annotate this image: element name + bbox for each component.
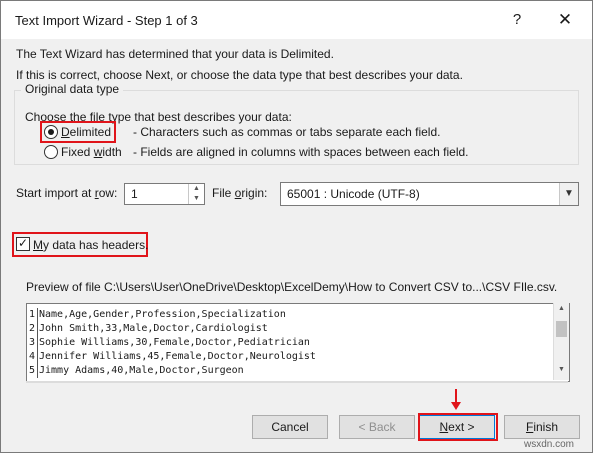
intro-line-2: If this is correct, choose Next, or choo…	[16, 68, 463, 82]
fixed-width-label-pre: Fixed	[61, 145, 94, 159]
file-origin-label-pre: File	[212, 186, 235, 200]
start-row-spinner[interactable]: 1 ▲ ▼	[124, 183, 205, 205]
file-origin-label: File origin:	[212, 186, 267, 200]
preview-row-text: Sophie Williams,30,Female,Doctor,Pediatr…	[39, 337, 310, 348]
back-button[interactable]: < Back	[339, 415, 415, 439]
preview-row-text: John Smith,33,Male,Doctor,Cardiologist	[39, 323, 268, 334]
radio-selected-dot	[48, 129, 54, 135]
scroll-down-icon[interactable]: ▼	[554, 366, 569, 373]
cancel-button[interactable]: Cancel	[252, 415, 328, 439]
close-icon[interactable]: ✕	[550, 9, 580, 31]
next-highlight-box	[418, 413, 498, 441]
finish-label-rest: inish	[533, 420, 559, 434]
preview-row-number: 3	[27, 336, 38, 350]
headers-label-rest: y data has headers.	[43, 238, 149, 252]
annotation-arrow-icon	[451, 402, 461, 410]
scroll-up-icon[interactable]: ▲	[554, 305, 569, 312]
preview-row-number: 4	[27, 350, 38, 364]
start-import-label-pre: Start import at	[16, 186, 95, 200]
fixed-width-label-rest: idth	[102, 145, 122, 159]
preview-vertical-scrollbar[interactable]: ▲ ▼	[553, 303, 569, 380]
watermark-text: wsxdn.com	[524, 439, 575, 450]
file-origin-value: 65001 : Unicode (UTF-8)	[287, 187, 420, 201]
headers-accel: M	[33, 238, 43, 252]
preview-row-number: 1	[27, 308, 38, 322]
preview-row-number: 2	[27, 322, 38, 336]
help-icon[interactable]: ?	[503, 9, 531, 31]
window-title: Text Import Wizard - Step 1 of 3	[15, 13, 198, 28]
chevron-down-icon[interactable]: ▼	[559, 183, 578, 205]
headers-checkbox[interactable]: ✓	[16, 236, 30, 251]
preview-caption: Preview of file C:\Users\User\OneDrive\D…	[26, 280, 558, 294]
finish-button[interactable]: Finish	[504, 415, 580, 439]
start-import-label-rest: ow:	[98, 186, 118, 200]
spinner-buttons: ▲ ▼	[188, 184, 204, 204]
spinner-up-icon[interactable]: ▲	[189, 184, 204, 194]
preview-row-number: 5	[27, 364, 38, 378]
file-origin-label-rest: rigin:	[241, 186, 268, 200]
spinner-down-icon[interactable]: ▼	[189, 194, 204, 204]
intro-line-1: The Text Wizard has determined that your…	[16, 47, 334, 61]
preview-row-text: Jimmy Adams,40,Male,Doctor,Surgeon	[39, 365, 244, 376]
delimited-description: - Characters such as commas or tabs sepa…	[133, 125, 441, 139]
delimited-accel: D	[61, 125, 70, 139]
checkmark-icon: ✓	[18, 236, 29, 250]
text-import-wizard-dialog: Text Import Wizard - Step 1 of 3 ? ✕ The…	[0, 0, 593, 453]
start-import-label: Start import at row:	[16, 186, 117, 200]
delimited-radio[interactable]	[44, 125, 58, 139]
delimited-label[interactable]: Delimited	[61, 125, 111, 139]
title-bar: Text Import Wizard - Step 1 of 3 ? ✕	[1, 1, 592, 39]
original-data-type-legend: Original data type	[21, 82, 124, 96]
fixed-width-label[interactable]: Fixed width	[61, 145, 122, 159]
start-row-value[interactable]: 1	[131, 187, 138, 201]
preview-horizontal-scrollbar[interactable]	[26, 381, 568, 383]
preview-pane[interactable]: 1 Name,Age,Gender,Profession,Specializati…	[26, 303, 570, 382]
preview-row-text: Name,Age,Gender,Profession,Specializatio…	[39, 309, 286, 320]
fixed-width-radio[interactable]	[44, 145, 58, 159]
preview-row-text: Jennifer Williams,45,Female,Doctor,Neuro…	[39, 351, 316, 362]
annotation-arrow-shaft	[455, 389, 457, 403]
delimited-label-rest: elimited	[69, 125, 112, 139]
scroll-thumb[interactable]	[556, 321, 567, 337]
headers-label[interactable]: My data has headers.	[33, 238, 148, 252]
file-origin-select[interactable]: 65001 : Unicode (UTF-8) ▼	[280, 182, 579, 206]
fixed-width-description: - Fields are aligned in columns with spa…	[133, 145, 469, 159]
